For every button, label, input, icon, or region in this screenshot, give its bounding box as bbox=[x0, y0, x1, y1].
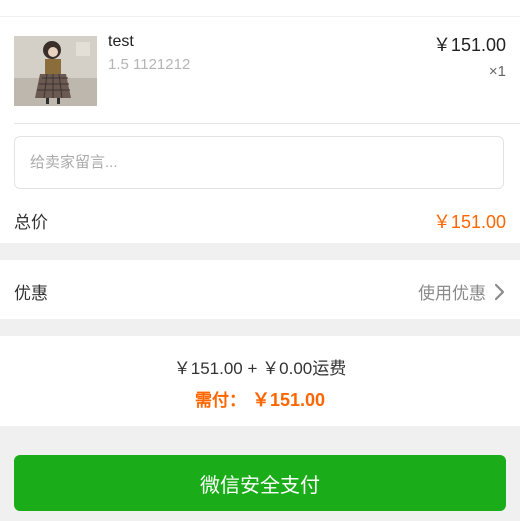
amount-due-value: ￥151.00 bbox=[251, 390, 326, 410]
product-sku: 1.5 1121212 bbox=[108, 56, 191, 73]
amount-due: 需付： ￥151.00 bbox=[0, 386, 520, 412]
total-value: ￥151.00 bbox=[432, 212, 506, 232]
product-thumbnail[interactable] bbox=[14, 36, 97, 106]
use-discount-link[interactable]: 使用优惠 bbox=[418, 279, 506, 304]
payment-summary: ￥151.00 + ￥0.00运费 需付： ￥151.00 bbox=[0, 336, 520, 426]
top-strip bbox=[0, 0, 520, 16]
order-card: test 1.5 1121212 ￥151.00 ×1 总价 ￥151.00 bbox=[0, 17, 520, 243]
amount-due-label: 需付： bbox=[194, 391, 246, 410]
product-price: ￥151.00 bbox=[432, 35, 506, 55]
product-title: test bbox=[108, 33, 134, 50]
discount-row[interactable]: 优惠 使用优惠 bbox=[0, 260, 520, 319]
price-breakdown: ￥151.00 + ￥0.00运费 bbox=[173, 359, 347, 378]
product-row[interactable]: test 1.5 1121212 ￥151.00 ×1 bbox=[0, 17, 520, 123]
use-discount-label: 使用优惠 bbox=[418, 284, 486, 303]
discount-label: 优惠 bbox=[14, 284, 48, 303]
seller-message-input[interactable] bbox=[14, 136, 504, 189]
chevron-right-icon bbox=[494, 283, 505, 300]
product-quantity: ×1 bbox=[488, 63, 506, 80]
product-image bbox=[14, 36, 97, 106]
divider bbox=[14, 123, 520, 124]
total-label: 总价 bbox=[14, 213, 48, 232]
wechat-pay-button[interactable]: 微信安全支付 bbox=[14, 455, 506, 511]
